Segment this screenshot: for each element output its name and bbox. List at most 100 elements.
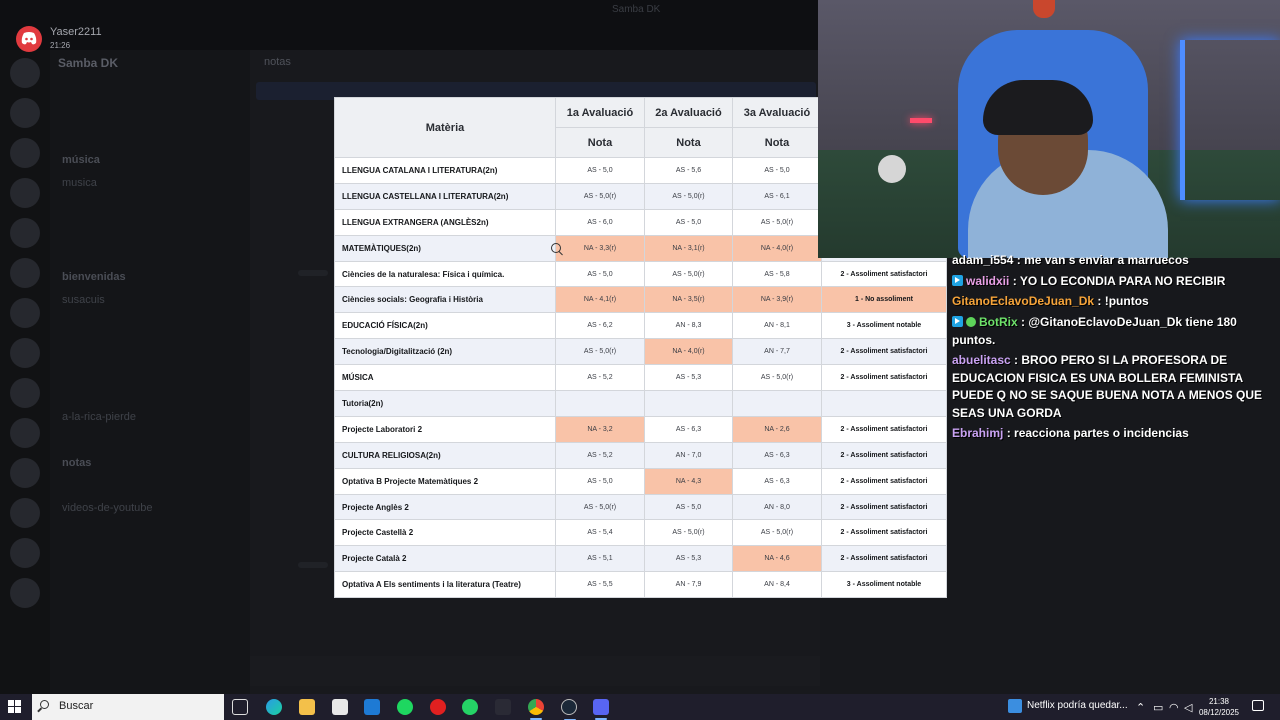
server-icon[interactable] [10, 138, 40, 168]
grade-cell-eval2: NA - 4,0(r) [644, 338, 733, 366]
final-result-cell: 1 - No assoliment [821, 286, 947, 314]
notification-user: Yaser2211 [50, 26, 102, 38]
server-icon[interactable] [10, 418, 40, 448]
chat-username[interactable]: abuelitasc [952, 353, 1011, 367]
grade-cell-eval1: AS - 5,5 [555, 571, 645, 599]
message-placeholder [298, 270, 328, 276]
grade-cell-eval3: AS - 5,8 [732, 260, 822, 288]
news-widget[interactable]: Netflix podría quedar... [1027, 700, 1128, 711]
grade-cell-eval2: AN - 7,0 [644, 441, 733, 469]
final-result-cell: 2 - Assoliment satisfactori [821, 415, 947, 443]
notification-center-icon[interactable] [1252, 700, 1264, 711]
chevron-up-icon[interactable]: ⌃ [1136, 701, 1145, 714]
chat-username[interactable]: GitanoEclavoDeJuan_Dk [952, 294, 1094, 308]
eval-header: 3a Avaluació [732, 97, 822, 128]
chat-username[interactable]: walidxii [966, 274, 1009, 288]
file-explorer-icon[interactable] [299, 699, 315, 715]
discord-taskbar-icon[interactable] [593, 699, 609, 720]
search-icon [40, 700, 49, 709]
message-composer[interactable] [250, 656, 820, 686]
channel-item[interactable]: susacuis [62, 294, 105, 306]
task-view-icon[interactable] [232, 699, 248, 715]
channel-item[interactable]: música [62, 154, 100, 166]
server-icon[interactable] [10, 538, 40, 568]
grade-cell-eval3: AN - 7,7 [732, 338, 822, 366]
grade-cell-eval3: AS - 5,0(r) [732, 519, 822, 547]
channel-item[interactable]: bienvenidas [62, 271, 126, 283]
grade-cell-eval1: NA - 3,3(r) [555, 234, 645, 262]
grade-cell-eval3: AN - 8,0 [732, 493, 822, 521]
grade-row: Ciències socials: Geografia i Història NA… [334, 286, 947, 314]
volume-icon[interactable]: ◁ [1184, 701, 1192, 714]
taskbar-search[interactable]: Buscar [32, 694, 224, 720]
zoom-cursor-icon [551, 243, 561, 253]
server-icon[interactable] [10, 498, 40, 528]
grade-cell-eval2: AS - 5,0 [644, 208, 733, 236]
grade-cell-eval3: AS - 5,0(r) [732, 364, 822, 392]
channel-item[interactable]: a-la-rica-pierde [62, 411, 136, 423]
grade-cell-eval3: AS - 6,3 [732, 467, 822, 495]
channel-item-active[interactable]: notas [62, 457, 91, 469]
grade-cell-eval2: AS - 5,0(r) [644, 519, 733, 547]
server-icon[interactable] [10, 298, 40, 328]
channel-sidebar [50, 50, 250, 694]
grade-cell-eval2: AN - 8,3 [644, 312, 733, 340]
eval-header: 2a Avaluació [644, 97, 733, 128]
outlook-icon[interactable] [364, 699, 380, 715]
channel-item[interactable]: videos-de-youtube [62, 502, 153, 514]
server-icon[interactable] [10, 578, 40, 608]
grade-cell-eval1: AS - 5,2 [555, 441, 645, 469]
final-result-cell: 3 - Assoliment notable [821, 312, 947, 340]
chat-message: walidxii : YO LO ECONDIA PARA NO RECIBIR [952, 273, 1276, 291]
grade-cell-eval1: AS - 5,0 [555, 157, 645, 184]
channel-item[interactable]: musica [62, 177, 97, 189]
server-icon[interactable] [10, 458, 40, 488]
app-d-icon[interactable] [495, 699, 511, 715]
grade-cell-eval1: AS - 5,0(r) [555, 493, 645, 521]
chat-message: adam_i554 : me van s enviar a marruecos [952, 252, 1276, 270]
subject-cell: Tecnologia/Digitalització (2n) [334, 338, 556, 366]
store-icon[interactable] [332, 699, 348, 715]
server-name[interactable]: Samba DK [58, 56, 118, 70]
server-icon[interactable] [10, 338, 40, 368]
chat-separator: : [1013, 253, 1025, 267]
twitch-chat: adam_i554 : me van s enviar a marruecos w… [952, 252, 1276, 446]
chat-username[interactable]: adam_i554 [952, 253, 1013, 267]
edge-icon[interactable] [266, 699, 282, 715]
red-lamp [910, 118, 932, 123]
taskbar-clock[interactable]: 21:38 08/12/2025 [1198, 696, 1240, 718]
windows-start-icon[interactable] [8, 700, 22, 714]
subject-cell: Optativa A Els sentiments i la literatur… [334, 571, 556, 599]
spotify-icon[interactable] [397, 699, 413, 715]
whatsapp-icon[interactable] [462, 699, 478, 715]
server-icon[interactable] [10, 218, 40, 248]
server-icon[interactable] [10, 378, 40, 408]
grade-row: Tutoria(2n) [334, 390, 947, 417]
server-icon[interactable] [10, 58, 40, 88]
grade-cell-eval2: AS - 5,0(r) [644, 260, 733, 288]
subject-cell: EDUCACIÓ FÍSICA(2n) [334, 312, 556, 340]
server-icon[interactable] [10, 178, 40, 208]
ball [878, 155, 906, 183]
grade-row: CULTURA RELIGIOSA(2n) AS - 5,2 AN - 7,0 AS … [334, 441, 947, 469]
steam-icon[interactable] [561, 699, 577, 720]
server-icon[interactable] [10, 258, 40, 288]
chat-message: abuelitasc : BROO PERO SI LA PROFESORA D… [952, 352, 1276, 422]
network-icon[interactable]: ▭ [1153, 701, 1163, 714]
chat-username[interactable]: BotRix [979, 315, 1018, 329]
opera-icon[interactable] [430, 699, 446, 715]
chrome-icon[interactable] [528, 699, 544, 720]
grade-cell-eval2: AS - 5,0 [644, 493, 733, 521]
grade-cell-eval3: NA - 4,6 [732, 545, 822, 573]
discord-notification[interactable]: Yaser2211 21:26 [10, 22, 210, 56]
wifi-icon[interactable]: ◠ [1169, 701, 1179, 714]
grade-cell-eval2: AS - 5,6 [644, 157, 733, 184]
grade-cell-eval1 [555, 390, 645, 417]
server-icon[interactable] [10, 98, 40, 128]
subject-cell: Optativa B Projecte Matemàtiques 2 [334, 467, 556, 495]
chat-username[interactable]: Ebrahimj [952, 426, 1003, 440]
chat-separator: : [1017, 315, 1029, 330]
led-strip [1180, 40, 1280, 200]
news-icon[interactable] [1008, 699, 1022, 713]
final-result-cell: 2 - Assoliment satisfactori [821, 545, 947, 573]
